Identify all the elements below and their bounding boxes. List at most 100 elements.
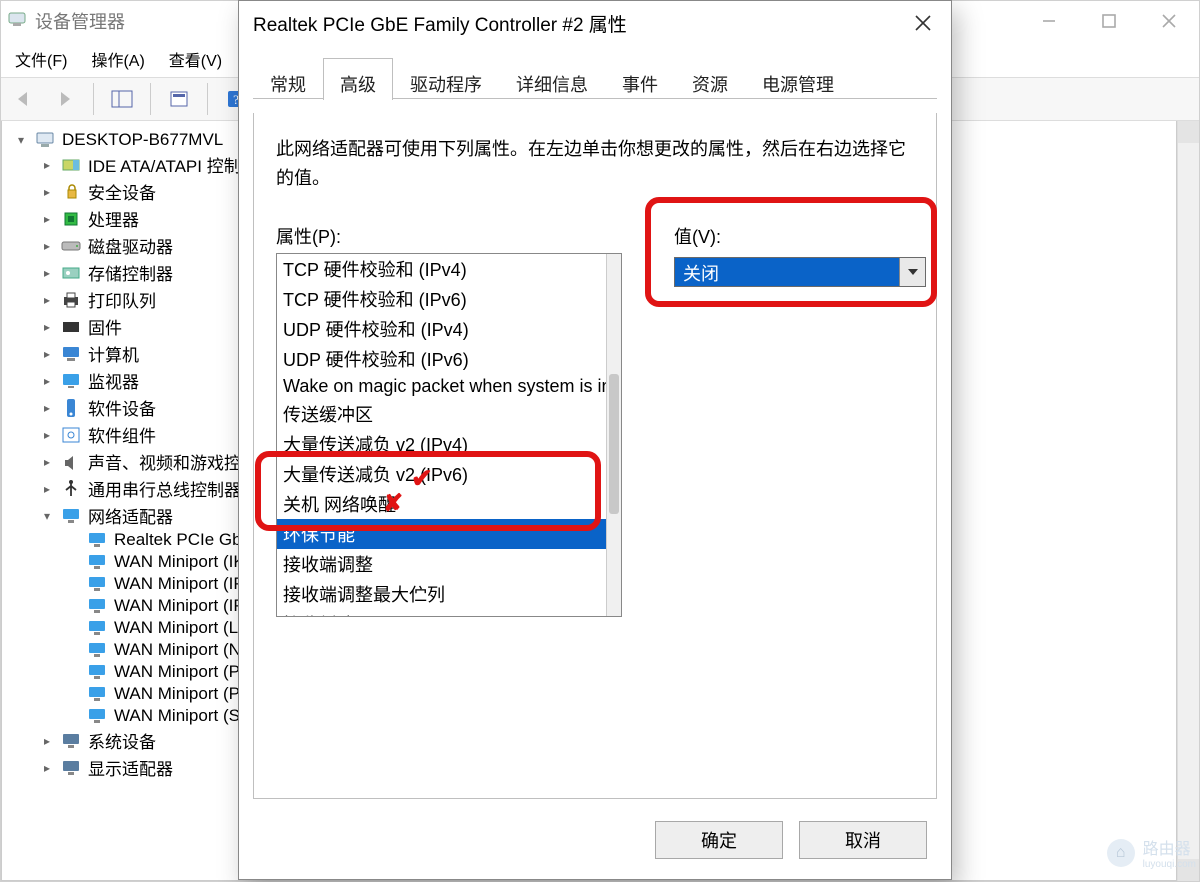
tree-node-label: 软件设备 xyxy=(88,395,156,420)
separator xyxy=(93,83,94,115)
expander-icon[interactable]: ▸ xyxy=(40,212,54,226)
menu-action[interactable]: 操作(A) xyxy=(91,47,144,71)
cancel-button[interactable]: 取消 xyxy=(799,821,927,859)
menu-view[interactable]: 查看(V) xyxy=(169,47,222,71)
expander-icon[interactable]: ▸ xyxy=(40,455,54,469)
tree-node-label: 通用串行总线控制器 xyxy=(88,476,241,501)
netleaf-icon xyxy=(86,552,108,572)
netleaf-icon xyxy=(86,684,108,704)
computer-icon xyxy=(60,344,82,364)
separator xyxy=(150,83,151,115)
expander-icon[interactable]: ▾ xyxy=(40,509,54,523)
tab-资源[interactable]: 资源 xyxy=(675,58,745,100)
printer-icon xyxy=(60,290,82,310)
listbox-scrollbar[interactable] xyxy=(606,254,621,616)
tab-strip: 常规高级驱动程序详细信息事件资源电源管理 xyxy=(253,57,937,99)
expander-icon[interactable]: ▸ xyxy=(40,266,54,280)
tree-node-label: 软件组件 xyxy=(88,422,156,447)
tab-高级[interactable]: 高级 xyxy=(323,58,393,100)
expander-icon[interactable]: ▸ xyxy=(40,428,54,442)
toolbar-properties-icon[interactable] xyxy=(161,83,197,115)
menu-file[interactable]: 文件(F) xyxy=(15,47,67,71)
dialog-titlebar: Realtek PCIe GbE Family Controller #2 属性 xyxy=(239,1,951,45)
tab-详细信息[interactable]: 详细信息 xyxy=(499,58,605,100)
expander-icon[interactable]: ▸ xyxy=(40,293,54,307)
tab-电源管理[interactable]: 电源管理 xyxy=(745,58,851,100)
tab-常规[interactable]: 常规 xyxy=(253,58,323,100)
expander-icon[interactable]: ▸ xyxy=(40,374,54,388)
toolbar-layout-icon[interactable] xyxy=(104,83,140,115)
tree-node-label: 存储控制器 xyxy=(88,260,173,285)
netleaf-icon xyxy=(86,596,108,616)
pc-icon xyxy=(34,130,56,150)
expander-icon[interactable]: ▾ xyxy=(14,133,28,147)
tab-事件[interactable]: 事件 xyxy=(605,58,675,100)
app-icon xyxy=(7,9,27,34)
property-item[interactable]: 关机 网络唤醒 xyxy=(277,489,606,519)
monitor-icon xyxy=(60,371,82,391)
dialog-title: Realtek PCIe GbE Family Controller #2 属性 xyxy=(253,10,627,37)
tree-node-label: DESKTOP-B677MVL xyxy=(62,130,223,150)
expander-icon[interactable]: ▸ xyxy=(40,320,54,334)
tab-驱动程序[interactable]: 驱动程序 xyxy=(393,58,499,100)
ok-button[interactable]: 确定 xyxy=(655,821,783,859)
value-selected: 关闭 xyxy=(675,258,899,286)
netleaf-icon xyxy=(86,530,108,550)
minimize-button[interactable] xyxy=(1019,1,1079,41)
sec-icon xyxy=(60,182,82,202)
forward-button[interactable] xyxy=(47,83,83,115)
back-button[interactable] xyxy=(5,83,41,115)
window-title: 设备管理器 xyxy=(35,8,125,34)
value-select[interactable]: 关闭 xyxy=(674,257,926,287)
expander-icon[interactable]: ▸ xyxy=(40,347,54,361)
netleaf-icon xyxy=(86,574,108,594)
property-listbox[interactable]: TCP 硬件校验和 (IPv4)TCP 硬件校验和 (IPv6)UDP 硬件校验… xyxy=(276,253,622,617)
close-button[interactable] xyxy=(1139,1,1199,41)
expander-icon[interactable]: ▸ xyxy=(40,158,54,172)
tree-node-label: 显示适配器 xyxy=(88,755,173,780)
property-item[interactable]: 接收缓冲区 xyxy=(277,609,606,616)
expander-icon[interactable]: ▸ xyxy=(40,239,54,253)
expander-icon[interactable]: ▸ xyxy=(40,761,54,775)
expander-icon[interactable]: ▸ xyxy=(40,734,54,748)
chevron-down-icon[interactable] xyxy=(899,258,925,286)
property-item[interactable]: Wake on magic packet when system is in t… xyxy=(277,374,606,399)
watermark: ⌂ 路由器 luyouqi.com xyxy=(1107,835,1196,870)
tree-node-label: 监视器 xyxy=(88,368,139,393)
swcomp-icon xyxy=(60,425,82,445)
property-item[interactable]: UDP 硬件校验和 (IPv6) xyxy=(277,344,606,374)
property-item[interactable]: TCP 硬件校验和 (IPv4) xyxy=(277,254,606,284)
property-item[interactable]: 大量传送减负 v2 (IPv6) xyxy=(277,459,606,489)
watermark-sub: luyouqi.com xyxy=(1143,859,1196,870)
property-item[interactable]: 大量传送减负 v2 (IPv4) xyxy=(277,429,606,459)
tree-node-label: 系统设备 xyxy=(88,728,156,753)
close-icon[interactable] xyxy=(895,1,951,45)
property-item[interactable]: 环保节能 xyxy=(277,519,606,549)
tree-node-label: 网络适配器 xyxy=(88,503,173,528)
cpu-icon xyxy=(60,209,82,229)
scrollbar[interactable] xyxy=(1177,121,1199,881)
expander-icon[interactable]: ▸ xyxy=(40,185,54,199)
firmware-icon xyxy=(60,317,82,337)
net-icon xyxy=(60,506,82,526)
display-icon xyxy=(60,758,82,778)
watermark-text: 路由器 xyxy=(1143,835,1196,859)
maximize-button[interactable] xyxy=(1079,1,1139,41)
netleaf-icon xyxy=(86,662,108,682)
property-item[interactable]: 传送缓冲区 xyxy=(277,399,606,429)
audio-icon xyxy=(60,452,82,472)
property-item[interactable]: UDP 硬件校验和 (IPv4) xyxy=(277,314,606,344)
property-item[interactable]: 接收端调整 xyxy=(277,549,606,579)
separator xyxy=(207,83,208,115)
properties-dialog: Realtek PCIe GbE Family Controller #2 属性… xyxy=(238,0,952,880)
expander-icon[interactable]: ▸ xyxy=(40,482,54,496)
tree-node-label: WAN Miniport (IP) xyxy=(114,574,250,594)
property-item[interactable]: TCP 硬件校验和 (IPv6) xyxy=(277,284,606,314)
netleaf-icon xyxy=(86,706,108,726)
ide-icon xyxy=(60,155,82,175)
property-item[interactable]: 接收端调整最大伫列 xyxy=(277,579,606,609)
tree-node-label: 固件 xyxy=(88,314,122,339)
expander-icon[interactable]: ▸ xyxy=(40,401,54,415)
tree-node-label: 安全设备 xyxy=(88,179,156,204)
tree-node-label: 计算机 xyxy=(88,341,139,366)
